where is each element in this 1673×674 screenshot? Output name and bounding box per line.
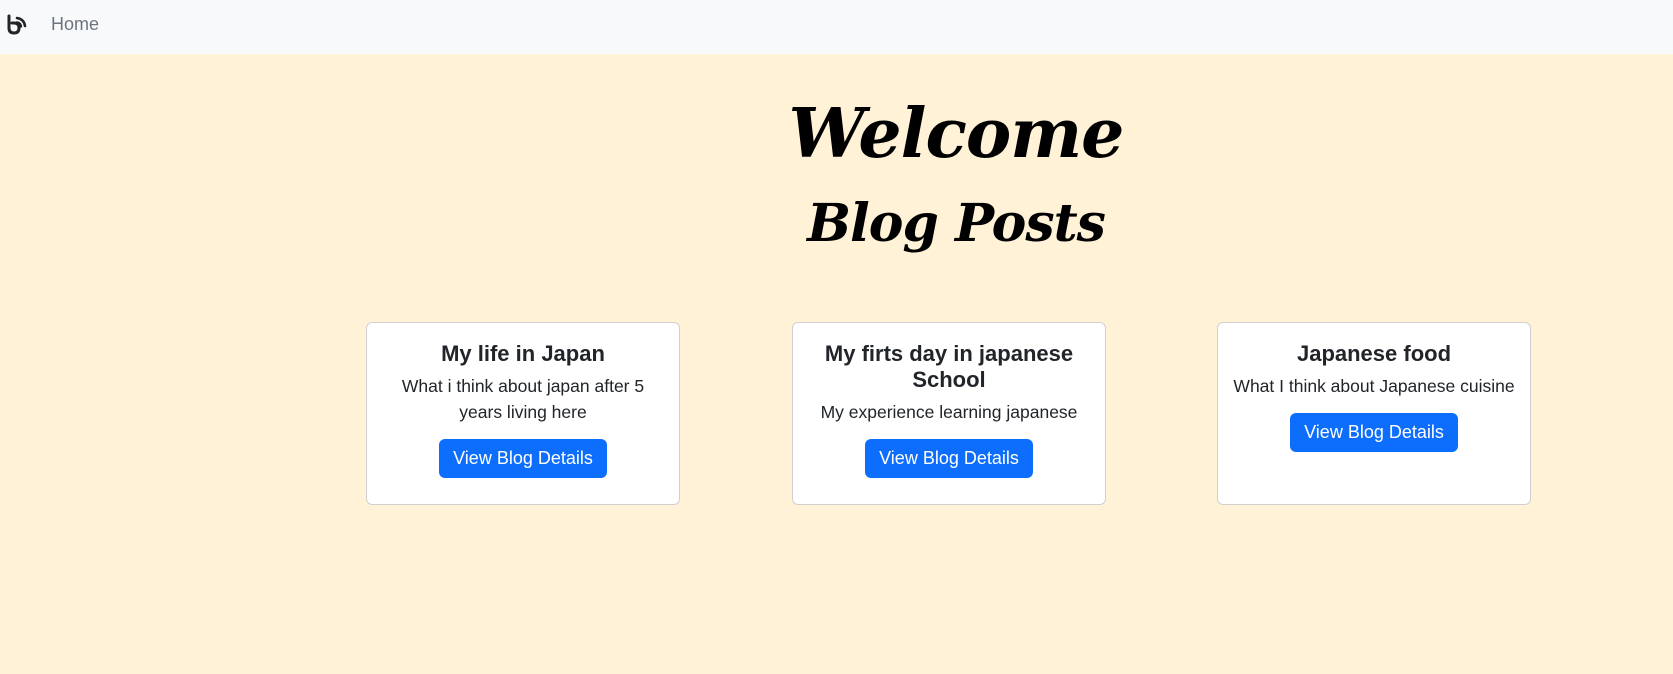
blog-post-description: My experience learning japanese — [820, 402, 1078, 422]
blog-logo-icon[interactable] — [6, 14, 28, 36]
nav-link-home[interactable]: Home — [51, 14, 99, 35]
view-blog-details-button[interactable]: View Blog Details — [439, 439, 607, 478]
blog-post-card: My life in Japan What i think about japa… — [366, 322, 680, 505]
brand-logo-svg — [7, 14, 27, 35]
blog-post-title: Japanese food — [1296, 341, 1452, 366]
blog-post-card: Japanese food What I think about Japanes… — [1217, 322, 1531, 505]
page-title: Welcome — [788, 94, 1125, 174]
view-blog-details-button[interactable]: View Blog Details — [865, 439, 1033, 478]
blog-post-description: What I think about Japanese cuisine — [1233, 376, 1515, 396]
blog-post-card: My firts day in japanese School My exper… — [792, 322, 1106, 505]
view-blog-details-button[interactable]: View Blog Details — [1290, 413, 1458, 452]
page-subtitle: Blog Posts — [807, 193, 1106, 254]
blog-post-description: What i think about japan after 5 years l… — [401, 376, 645, 422]
navbar: Home — [0, 0, 1673, 54]
blog-post-title: My life in Japan — [441, 341, 605, 366]
blog-post-title: My firts day in japanese School — [824, 341, 1074, 392]
